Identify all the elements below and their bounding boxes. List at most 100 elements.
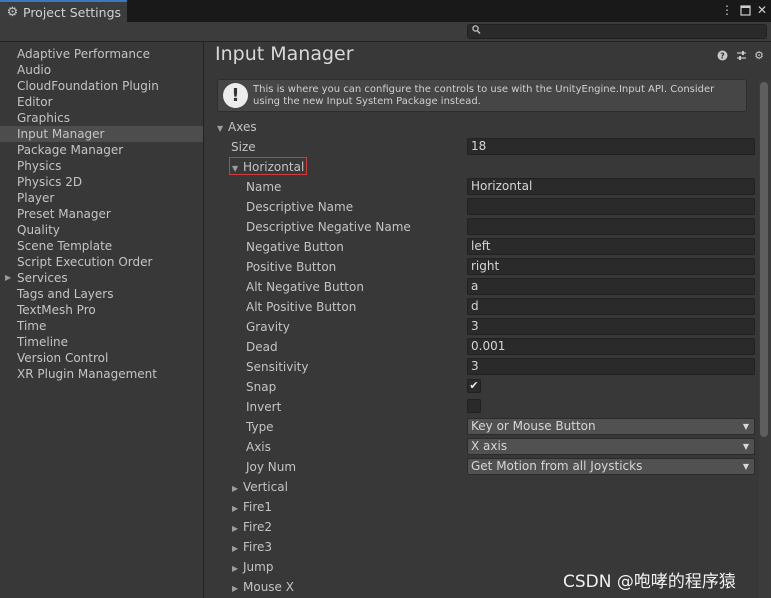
type-dropdown[interactable]: Key or Mouse Button ▼ <box>467 418 755 435</box>
sidebar-item-audio[interactable]: Audio <box>0 62 203 78</box>
negative-button-field[interactable]: left <box>467 238 755 255</box>
sidebar-item-scene-template[interactable]: Scene Template <box>0 238 203 254</box>
size-label: Size <box>231 140 256 154</box>
sidebar-item-services[interactable]: ▶ Services <box>0 270 203 286</box>
sidebar-item-label: TextMesh Pro <box>17 303 96 317</box>
chevron-down-icon: ▼ <box>742 442 749 451</box>
axis-foldout-label: Fire1 <box>243 500 273 514</box>
info-message-box: ! This is where you can configure the co… <box>217 79 747 112</box>
fold-down-arrow-icon: ▼ <box>217 124 224 133</box>
info-message-text: This is where you can configure the cont… <box>253 84 715 107</box>
sidebar-item-preset-manager[interactable]: Preset Manager <box>0 206 203 222</box>
tab-project-settings[interactable]: ⚙ Project Settings <box>0 0 127 22</box>
sidebar-item-label: Tags and Layers <box>17 287 114 301</box>
type-label: Type <box>246 420 274 434</box>
tab-title: Project Settings <box>23 4 122 20</box>
settings-gear-icon[interactable]: ⚙ <box>753 49 765 62</box>
axis-foldout-jump[interactable]: ▶ Jump <box>232 559 273 575</box>
sidebar-item-time[interactable]: Time <box>0 318 203 334</box>
sidebar-item-label: Version Control <box>17 351 109 365</box>
snap-label: Snap <box>246 380 277 394</box>
axis-foldout-label: Fire3 <box>243 540 273 554</box>
axis-foldout-label: Vertical <box>243 480 288 494</box>
sidebar-item-script-execution-order[interactable]: Script Execution Order <box>0 254 203 270</box>
alt-positive-button-label: Alt Positive Button <box>246 300 357 314</box>
preset-sliders-icon[interactable] <box>735 49 747 61</box>
sidebar-item-label: Player <box>17 191 55 205</box>
descriptive-negative-name-field[interactable] <box>467 218 755 235</box>
sidebar-item-label: Preset Manager <box>17 207 111 221</box>
help-icon[interactable]: ? <box>716 49 728 61</box>
watermark-text: CSDN @咆哮的程序猿 <box>563 572 736 592</box>
sensitivity-label: Sensitivity <box>246 360 309 374</box>
alt-positive-button-field[interactable]: d <box>467 298 755 315</box>
axis-foldout-fire2[interactable]: ▶ Fire2 <box>232 519 272 535</box>
horizontal-axis-foldout[interactable]: ▼ Horizontal <box>232 159 304 175</box>
sidebar-item-input-manager[interactable]: Input Manager <box>0 126 203 142</box>
dead-field[interactable]: 0.001 <box>467 338 755 355</box>
sidebar-item-label: Script Execution Order <box>17 255 153 269</box>
maximize-icon[interactable] <box>738 3 752 17</box>
vertical-scrollbar[interactable] <box>759 80 770 598</box>
axes-foldout[interactable]: ▼ Axes <box>217 119 257 135</box>
sensitivity-field[interactable]: 3 <box>467 358 755 375</box>
axis-foldout-fire3[interactable]: ▶ Fire3 <box>232 539 272 555</box>
snap-checkbox[interactable]: ✔ <box>467 379 481 393</box>
sidebar-item-xr-plugin-management[interactable]: XR Plugin Management <box>0 366 203 382</box>
sidebar-item-label: CloudFoundation Plugin <box>17 79 159 93</box>
axis-selected-value: X axis <box>471 439 508 453</box>
axis-foldout-fire1[interactable]: ▶ Fire1 <box>232 499 272 515</box>
size-field[interactable]: 18 <box>467 138 755 155</box>
joy-num-selected-value: Get Motion from all Joysticks <box>471 459 643 473</box>
sidebar-item-graphics[interactable]: Graphics <box>0 110 203 126</box>
joy-num-dropdown[interactable]: Get Motion from all Joysticks ▼ <box>467 458 755 475</box>
sidebar-item-textmesh-pro[interactable]: TextMesh Pro <box>0 302 203 318</box>
axis-foldout-mouse-x[interactable]: ▶ Mouse X <box>232 579 294 595</box>
checkmark-icon: ✔ <box>469 379 479 392</box>
sidebar-item-timeline[interactable]: Timeline <box>0 334 203 350</box>
sidebar-item-player[interactable]: Player <box>0 190 203 206</box>
type-selected-value: Key or Mouse Button <box>471 419 596 433</box>
invert-checkbox[interactable] <box>467 399 481 413</box>
positive-button-field[interactable]: right <box>467 258 755 275</box>
name-label: Name <box>246 180 282 194</box>
sidebar-item-quality[interactable]: Quality <box>0 222 203 238</box>
sidebar-item-adaptive-performance[interactable]: Adaptive Performance <box>0 46 203 62</box>
gravity-field[interactable]: 3 <box>467 318 755 335</box>
sidebar-item-label: Timeline <box>17 335 69 349</box>
fold-right-arrow-icon: ▶ <box>232 484 239 493</box>
sidebar: Adaptive Performance Audio CloudFoundati… <box>0 42 204 598</box>
sidebar-item-version-control[interactable]: Version Control <box>0 350 203 366</box>
positive-button-label: Positive Button <box>246 260 337 274</box>
gravity-label: Gravity <box>246 320 290 334</box>
sidebar-item-label: Input Manager <box>17 127 105 141</box>
search-input[interactable] <box>467 24 767 39</box>
axis-dropdown[interactable]: X axis ▼ <box>467 438 755 455</box>
alt-negative-button-label: Alt Negative Button <box>246 280 364 294</box>
name-field[interactable]: Horizontal <box>467 178 755 195</box>
sidebar-item-physics-2d[interactable]: Physics 2D <box>0 174 203 190</box>
close-icon[interactable]: ✕ <box>755 3 769 17</box>
sidebar-item-editor[interactable]: Editor <box>0 94 203 110</box>
axis-foldout-label: Jump <box>243 560 274 574</box>
page-title: Input Manager <box>215 43 354 65</box>
axis-foldout-vertical[interactable]: ▶ Vertical <box>232 479 288 495</box>
expand-arrow-icon[interactable]: ▶ <box>5 270 11 286</box>
sidebar-item-tags-and-layers[interactable]: Tags and Layers <box>0 286 203 302</box>
sidebar-item-label: Scene Template <box>17 239 113 253</box>
more-options-icon[interactable]: ⋮ <box>720 3 734 17</box>
sidebar-item-physics[interactable]: Physics <box>0 158 203 174</box>
descriptive-name-label: Descriptive Name <box>246 200 354 214</box>
descriptive-name-field[interactable] <box>467 198 755 215</box>
sidebar-item-label: Adaptive Performance <box>17 47 150 61</box>
sidebar-item-label: Package Manager <box>17 143 124 157</box>
axis-label: Axis <box>246 440 271 454</box>
sidebar-item-label: Audio <box>17 63 52 77</box>
sidebar-item-package-manager[interactable]: Package Manager <box>0 142 203 158</box>
scrollbar-thumb[interactable] <box>760 82 768 437</box>
descriptive-negative-name-label: Descriptive Negative Name <box>246 220 411 234</box>
alt-negative-button-field[interactable]: a <box>467 278 755 295</box>
sidebar-item-cloudfoundation-plugin[interactable]: CloudFoundation Plugin <box>0 78 203 94</box>
fold-right-arrow-icon: ▶ <box>232 584 239 593</box>
fold-right-arrow-icon: ▶ <box>232 544 239 553</box>
